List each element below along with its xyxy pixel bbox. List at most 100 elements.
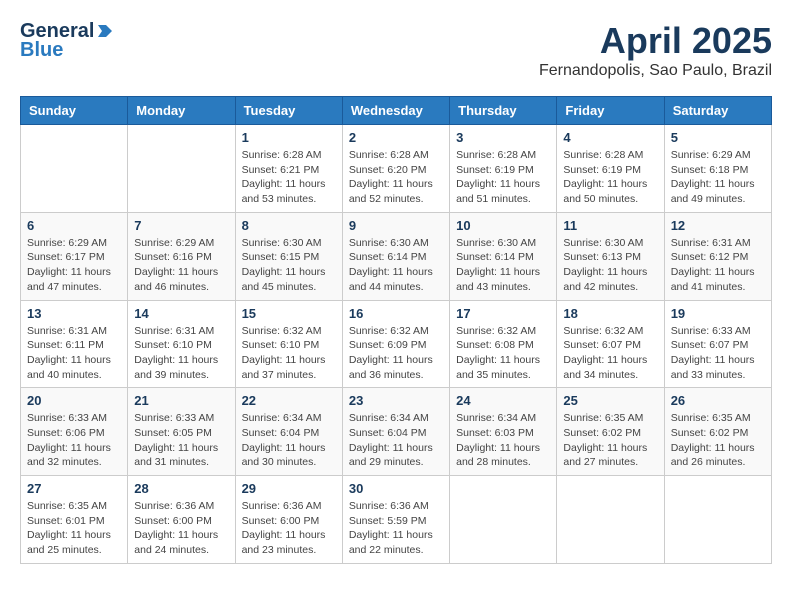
- title-section: April 2025 Fernandopolis, Sao Paulo, Bra…: [539, 20, 772, 80]
- weekday-header: Tuesday: [235, 97, 342, 125]
- day-info: Sunrise: 6:31 AM Sunset: 6:11 PM Dayligh…: [27, 324, 121, 383]
- calendar-day-cell: 13 Sunrise: 6:31 AM Sunset: 6:11 PM Dayli…: [21, 300, 128, 388]
- calendar-day-cell: [450, 476, 557, 564]
- day-number: 14: [134, 306, 228, 321]
- calendar-day-cell: 11 Sunrise: 6:30 AM Sunset: 6:13 PM Dayli…: [557, 212, 664, 300]
- calendar-day-cell: 16 Sunrise: 6:32 AM Sunset: 6:09 PM Dayli…: [342, 300, 449, 388]
- logo-blue: Blue: [20, 39, 63, 62]
- weekday-header: Sunday: [21, 97, 128, 125]
- day-info: Sunrise: 6:36 AM Sunset: 6:00 PM Dayligh…: [134, 499, 228, 558]
- calendar-day-cell: 5 Sunrise: 6:29 AM Sunset: 6:18 PM Daylig…: [664, 125, 771, 213]
- calendar-day-cell: 1Sunrise: 6:28 AM Sunset: 6:21 PM Daylig…: [235, 125, 342, 213]
- calendar-day-cell: 24Sunrise: 6:34 AM Sunset: 6:03 PM Dayli…: [450, 388, 557, 476]
- day-info: Sunrise: 6:35 AM Sunset: 6:01 PM Dayligh…: [27, 499, 121, 558]
- calendar-day-cell: 20 Sunrise: 6:33 AM Sunset: 6:06 PM Dayli…: [21, 388, 128, 476]
- day-number: 12: [671, 218, 765, 233]
- weekday-header: Friday: [557, 97, 664, 125]
- day-info: Sunrise: 6:32 AM Sunset: 6:07 PM Dayligh…: [563, 324, 657, 383]
- calendar-week-row: 1Sunrise: 6:28 AM Sunset: 6:21 PM Daylig…: [21, 125, 772, 213]
- logo: General Blue: [20, 20, 112, 62]
- weekday-header: Wednesday: [342, 97, 449, 125]
- day-info: Sunrise: 6:28 AM Sunset: 6:19 PM Dayligh…: [563, 148, 657, 207]
- calendar-week-row: 13 Sunrise: 6:31 AM Sunset: 6:11 PM Dayli…: [21, 300, 772, 388]
- day-info: Sunrise: 6:32 AM Sunset: 6:08 PM Dayligh…: [456, 324, 550, 383]
- day-number: 17: [456, 306, 550, 321]
- calendar-day-cell: 23 Sunrise: 6:34 AM Sunset: 6:04 PM Dayli…: [342, 388, 449, 476]
- day-info: Sunrise: 6:34 AM Sunset: 6:04 PM Dayligh…: [349, 411, 443, 470]
- day-info: Sunrise: 6:29 AM Sunset: 6:18 PM Dayligh…: [671, 148, 765, 207]
- calendar-day-cell: 12 Sunrise: 6:31 AM Sunset: 6:12 PM Dayli…: [664, 212, 771, 300]
- page-header: General Blue April 2025 Fernandopolis, S…: [20, 20, 772, 80]
- day-number: 3: [456, 130, 550, 145]
- calendar-day-cell: 17 Sunrise: 6:32 AM Sunset: 6:08 PM Dayli…: [450, 300, 557, 388]
- day-info: Sunrise: 6:30 AM Sunset: 6:14 PM Dayligh…: [456, 236, 550, 295]
- day-number: 8: [242, 218, 336, 233]
- calendar-day-cell: 7 Sunrise: 6:29 AM Sunset: 6:16 PM Daylig…: [128, 212, 235, 300]
- day-number: 6: [27, 218, 121, 233]
- day-number: 4: [563, 130, 657, 145]
- day-info: Sunrise: 6:34 AM Sunset: 6:03 PM Dayligh…: [456, 411, 550, 470]
- calendar-day-cell: 15Sunrise: 6:32 AM Sunset: 6:10 PM Dayli…: [235, 300, 342, 388]
- day-number: 20: [27, 393, 121, 408]
- day-number: 29: [242, 481, 336, 496]
- day-number: 13: [27, 306, 121, 321]
- calendar-day-cell: [664, 476, 771, 564]
- logo-icon: [96, 23, 112, 39]
- calendar-day-cell: 4 Sunrise: 6:28 AM Sunset: 6:19 PM Daylig…: [557, 125, 664, 213]
- day-info: Sunrise: 6:36 AM Sunset: 5:59 PM Dayligh…: [349, 499, 443, 558]
- calendar-week-row: 27Sunrise: 6:35 AM Sunset: 6:01 PM Dayli…: [21, 476, 772, 564]
- calendar-day-cell: 29 Sunrise: 6:36 AM Sunset: 6:00 PM Dayli…: [235, 476, 342, 564]
- calendar-day-cell: 9 Sunrise: 6:30 AM Sunset: 6:14 PM Daylig…: [342, 212, 449, 300]
- day-number: 23: [349, 393, 443, 408]
- day-info: Sunrise: 6:29 AM Sunset: 6:17 PM Dayligh…: [27, 236, 121, 295]
- day-info: Sunrise: 6:34 AM Sunset: 6:04 PM Dayligh…: [242, 411, 336, 470]
- calendar-week-row: 6 Sunrise: 6:29 AM Sunset: 6:17 PM Daylig…: [21, 212, 772, 300]
- day-info: Sunrise: 6:35 AM Sunset: 6:02 PM Dayligh…: [671, 411, 765, 470]
- calendar-day-cell: 28 Sunrise: 6:36 AM Sunset: 6:00 PM Dayli…: [128, 476, 235, 564]
- calendar-day-cell: [128, 125, 235, 213]
- calendar-day-cell: 6 Sunrise: 6:29 AM Sunset: 6:17 PM Daylig…: [21, 212, 128, 300]
- calendar-table: SundayMondayTuesdayWednesdayThursdayFrid…: [20, 96, 772, 564]
- day-info: Sunrise: 6:30 AM Sunset: 6:13 PM Dayligh…: [563, 236, 657, 295]
- day-info: Sunrise: 6:31 AM Sunset: 6:12 PM Dayligh…: [671, 236, 765, 295]
- day-number: 7: [134, 218, 228, 233]
- calendar-day-cell: 3 Sunrise: 6:28 AM Sunset: 6:19 PM Daylig…: [450, 125, 557, 213]
- day-number: 5: [671, 130, 765, 145]
- calendar-day-cell: 18Sunrise: 6:32 AM Sunset: 6:07 PM Dayli…: [557, 300, 664, 388]
- calendar-day-cell: 30 Sunrise: 6:36 AM Sunset: 5:59 PM Dayli…: [342, 476, 449, 564]
- calendar-day-cell: [21, 125, 128, 213]
- day-number: 16: [349, 306, 443, 321]
- day-number: 9: [349, 218, 443, 233]
- weekday-header: Thursday: [450, 97, 557, 125]
- calendar-week-row: 20 Sunrise: 6:33 AM Sunset: 6:06 PM Dayli…: [21, 388, 772, 476]
- day-info: Sunrise: 6:32 AM Sunset: 6:09 PM Dayligh…: [349, 324, 443, 383]
- day-info: Sunrise: 6:29 AM Sunset: 6:16 PM Dayligh…: [134, 236, 228, 295]
- day-info: Sunrise: 6:36 AM Sunset: 6:00 PM Dayligh…: [242, 499, 336, 558]
- day-info: Sunrise: 6:30 AM Sunset: 6:14 PM Dayligh…: [349, 236, 443, 295]
- calendar-day-cell: 22Sunrise: 6:34 AM Sunset: 6:04 PM Dayli…: [235, 388, 342, 476]
- calendar-day-cell: 2 Sunrise: 6:28 AM Sunset: 6:20 PM Daylig…: [342, 125, 449, 213]
- day-info: Sunrise: 6:28 AM Sunset: 6:19 PM Dayligh…: [456, 148, 550, 207]
- day-number: 1: [242, 130, 336, 145]
- day-info: Sunrise: 6:30 AM Sunset: 6:15 PM Dayligh…: [242, 236, 336, 295]
- calendar-day-cell: 26 Sunrise: 6:35 AM Sunset: 6:02 PM Dayli…: [664, 388, 771, 476]
- calendar-day-cell: 25Sunrise: 6:35 AM Sunset: 6:02 PM Dayli…: [557, 388, 664, 476]
- calendar-day-cell: 21Sunrise: 6:33 AM Sunset: 6:05 PM Dayli…: [128, 388, 235, 476]
- day-number: 19: [671, 306, 765, 321]
- calendar-day-cell: 8 Sunrise: 6:30 AM Sunset: 6:15 PM Daylig…: [235, 212, 342, 300]
- day-number: 26: [671, 393, 765, 408]
- day-number: 10: [456, 218, 550, 233]
- day-number: 15: [242, 306, 336, 321]
- calendar-day-cell: 27Sunrise: 6:35 AM Sunset: 6:01 PM Dayli…: [21, 476, 128, 564]
- day-number: 30: [349, 481, 443, 496]
- weekday-header: Monday: [128, 97, 235, 125]
- day-number: 21: [134, 393, 228, 408]
- day-info: Sunrise: 6:31 AM Sunset: 6:10 PM Dayligh…: [134, 324, 228, 383]
- day-number: 28: [134, 481, 228, 496]
- day-number: 2: [349, 130, 443, 145]
- day-info: Sunrise: 6:33 AM Sunset: 6:06 PM Dayligh…: [27, 411, 121, 470]
- calendar-day-cell: [557, 476, 664, 564]
- day-number: 11: [563, 218, 657, 233]
- calendar-header-row: SundayMondayTuesdayWednesdayThursdayFrid…: [21, 97, 772, 125]
- day-info: Sunrise: 6:28 AM Sunset: 6:20 PM Dayligh…: [349, 148, 443, 207]
